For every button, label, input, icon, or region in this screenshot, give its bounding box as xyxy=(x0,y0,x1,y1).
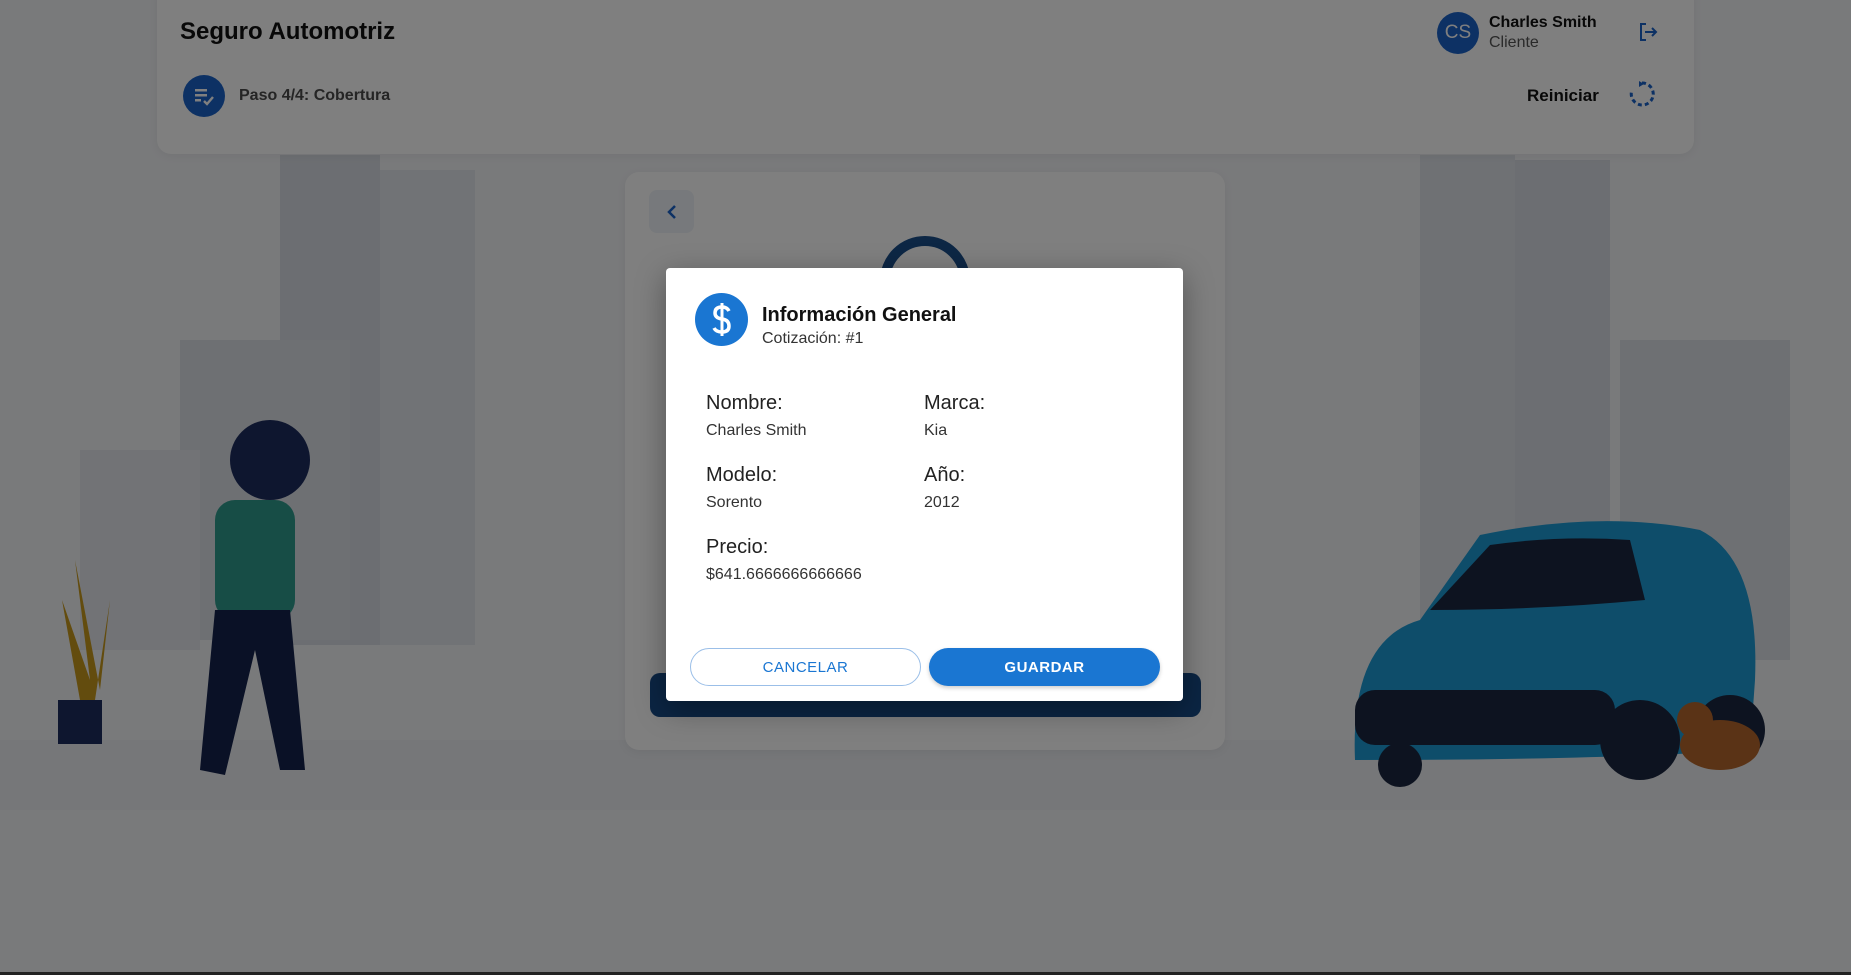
modal-subtitle: Cotización: #1 xyxy=(762,330,864,347)
modelo-value: Sorento xyxy=(706,494,763,511)
nombre-value: Charles Smith xyxy=(706,422,807,439)
marca-label: Marca: xyxy=(924,392,986,414)
precio-value: $641.6666666666666 xyxy=(706,566,862,583)
anio-value: 2012 xyxy=(924,494,960,511)
dollar-icon xyxy=(695,293,748,346)
anio-label: Año: xyxy=(924,464,966,486)
nombre-label: Nombre: xyxy=(706,392,783,414)
marca-value: Kia xyxy=(924,422,948,439)
modal-title: Información General xyxy=(762,304,957,326)
cancel-button[interactable]: CANCELAR xyxy=(690,648,921,686)
save-button[interactable]: GUARDAR xyxy=(929,648,1160,686)
modelo-label: Modelo: xyxy=(706,464,778,486)
precio-label: Precio: xyxy=(706,536,769,558)
info-modal: Información General Cotización: #1 Nombr… xyxy=(666,268,1183,701)
